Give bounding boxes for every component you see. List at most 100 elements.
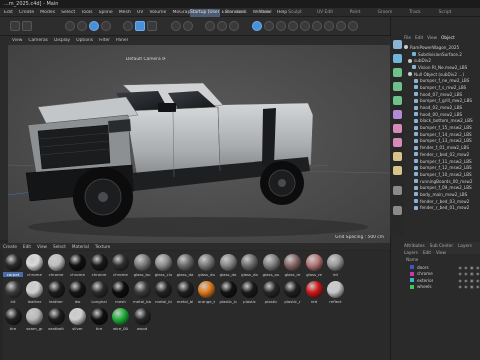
layer-toggle-icons[interactable]: ◉ ◉ ▣ ◉ — [458, 265, 480, 270]
material-menu-view[interactable]: View — [37, 244, 47, 249]
material-swatch[interactable]: tire — [3, 308, 23, 332]
material-menu-texture[interactable]: Texture — [95, 244, 110, 249]
subdivision-icon[interactable] — [276, 21, 286, 31]
object-tree-item[interactable]: bumper_f_15_msw2_LBS — [404, 124, 480, 131]
material-swatch[interactable]: glass_re — [283, 254, 303, 278]
viewport[interactable] — [8, 45, 390, 243]
layer-toggle-icons[interactable]: ◉ ◉ ▣ ◉ — [458, 278, 480, 283]
viewport-menu-view[interactable]: View — [12, 38, 22, 43]
layer-tab-edit[interactable]: Edit — [423, 250, 431, 255]
menu-tools[interactable]: Tools — [81, 10, 92, 15]
object-tree-item[interactable]: fender_r_bed_02_msw2 — [404, 151, 480, 158]
scale-tool-icon[interactable] — [89, 21, 99, 31]
undo-icon[interactable] — [10, 21, 20, 31]
material-swatch[interactable]: glass_do — [218, 254, 238, 278]
material-swatch[interactable]: metal_bl — [175, 281, 195, 305]
menu-spline[interactable]: Spline — [99, 10, 113, 15]
viewport-menu-filter[interactable]: Filter — [99, 38, 110, 43]
layout-tab-groom[interactable]: Groom — [370, 9, 400, 17]
layer-toggle-icons[interactable]: ◉ ◉ ▣ ◉ — [458, 284, 480, 289]
attribute-tab-sub-center[interactable]: Sub Center — [430, 243, 453, 248]
object-tree-item[interactable]: black_bottom_msw2_LBS — [404, 118, 480, 125]
snap-icon[interactable] — [171, 21, 181, 31]
material-swatch[interactable]: silver — [68, 308, 88, 332]
object-tree-item[interactable]: hood_00_msw2_LBS — [404, 111, 480, 118]
material-swatch[interactable]: plastic_b — [218, 281, 238, 305]
material-swatch[interactable]: int — [3, 281, 23, 305]
camera-label[interactable]: Default Camera ⟳ — [126, 57, 166, 62]
object-tab-object[interactable]: Object — [441, 35, 455, 40]
globe-icon[interactable] — [393, 186, 402, 195]
material-swatch[interactable]: seatbelt — [46, 308, 66, 332]
material-swatch[interactable]: wire_00 — [111, 308, 131, 332]
material-swatch[interactable]: plastic — [240, 281, 260, 305]
render-picture-icon[interactable] — [217, 21, 227, 31]
material-swatch[interactable]: Longhai — [89, 281, 109, 305]
object-tree-item[interactable]: bumper_f_s_mw2_LBS — [404, 84, 480, 91]
layer-toggle-icons[interactable]: ◉ ◉ ▣ ◉ — [458, 271, 480, 276]
layer-row[interactable]: wheels ◉ ◉ ▣ ◉ — [410, 284, 480, 291]
material-menu-edit[interactable]: Edit — [23, 244, 31, 249]
camera-icon[interactable] — [336, 21, 346, 31]
material-menu-create[interactable]: Create — [3, 244, 17, 249]
material-swatch[interactable]: metal_bi — [154, 281, 174, 305]
material-swatch[interactable]: seam_gr — [25, 308, 45, 332]
material-swatch[interactable]: metal_ba — [132, 281, 152, 305]
grid-icon[interactable] — [393, 206, 402, 215]
attribute-tab-layers[interactable]: Layers — [458, 243, 472, 248]
material-swatch[interactable]: reflect — [326, 281, 346, 305]
viewport-menu-panel[interactable]: Panel — [116, 38, 128, 43]
menu-uv[interactable]: UV — [137, 10, 144, 15]
menu-mesh[interactable]: Mesh — [119, 10, 131, 15]
select-tool-icon[interactable] — [101, 21, 111, 31]
material-swatch[interactable]: glass_clu — [154, 254, 174, 278]
axis-icon[interactable] — [183, 21, 193, 31]
material-swatch[interactable]: leather — [25, 281, 45, 305]
scene-icon[interactable] — [324, 21, 334, 31]
object-tree-item[interactable]: bumper_f_10_msw2_LBS — [404, 171, 480, 178]
object-tree-item[interactable]: bumper_f_09_msw2_LBS — [404, 184, 480, 191]
material-swatch[interactable]: glass_da — [175, 254, 195, 278]
material-swatch[interactable]: glass_ou — [261, 254, 281, 278]
cloner-icon[interactable] — [288, 21, 298, 31]
object-tree-item[interactable]: Null Object (subDiv2 ...) — [404, 71, 480, 78]
object-tab-edit[interactable]: Edit — [415, 35, 423, 40]
object-tree-item[interactable]: hood_07_msw2_LBS — [404, 91, 480, 98]
pen-tool-icon[interactable] — [264, 21, 274, 31]
material-menu-select[interactable]: Select — [53, 244, 66, 249]
material-swatch[interactable]: leather — [46, 281, 66, 305]
material-swatch[interactable]: chrome — [89, 254, 109, 278]
material-swatch[interactable]: mesh — [111, 281, 131, 305]
redo-icon[interactable] — [22, 21, 32, 31]
material-swatch[interactable]: chrome — [111, 254, 131, 278]
pen-icon[interactable] — [393, 54, 402, 63]
layout-tab-model[interactable]: Model — [250, 9, 280, 17]
field-icon[interactable] — [393, 96, 402, 105]
render-view-icon[interactable] — [205, 21, 215, 31]
material-swatch[interactable]: int — [326, 254, 346, 278]
deformer-icon[interactable] — [300, 21, 310, 31]
material-swatch[interactable]: chrome — [46, 254, 66, 278]
material-swatch[interactable]: leo — [68, 281, 88, 305]
material-swatch[interactable]: glass_do — [240, 254, 260, 278]
layout-tab-standard[interactable]: Standard — [220, 9, 250, 17]
move-tool-icon[interactable] — [65, 21, 75, 31]
cloner-icon[interactable] — [393, 82, 402, 91]
menu-create[interactable]: Create — [19, 10, 34, 15]
object-tree-item[interactable]: Vision Rl_Ne.msw2_LBS — [404, 64, 480, 71]
object-tree-item[interactable]: hood_02_msw2_LBS — [404, 104, 480, 111]
cube-icon[interactable] — [393, 40, 402, 49]
light-icon[interactable] — [348, 21, 358, 31]
object-tree-item[interactable]: bumper_f_14_msw2_LBS — [404, 131, 480, 138]
object-tab-view[interactable]: View — [427, 35, 437, 40]
viewport-menu-display[interactable]: Display — [54, 38, 70, 43]
menu-select[interactable]: Select — [61, 10, 75, 15]
object-tree-item[interactable]: RamPowerWagon_2025 — [404, 44, 480, 51]
object-mode-icon[interactable] — [135, 21, 145, 31]
material-swatch[interactable]: carpet — [3, 254, 23, 278]
viewport-menu-cameras[interactable]: Cameras — [28, 38, 48, 43]
light-icon[interactable] — [393, 166, 402, 175]
object-tree-item[interactable]: fender_r_bed_01_msw2 — [404, 205, 480, 212]
object-tree-item[interactable]: subDiv2 — [404, 57, 480, 64]
rotate-tool-icon[interactable] — [77, 21, 87, 31]
